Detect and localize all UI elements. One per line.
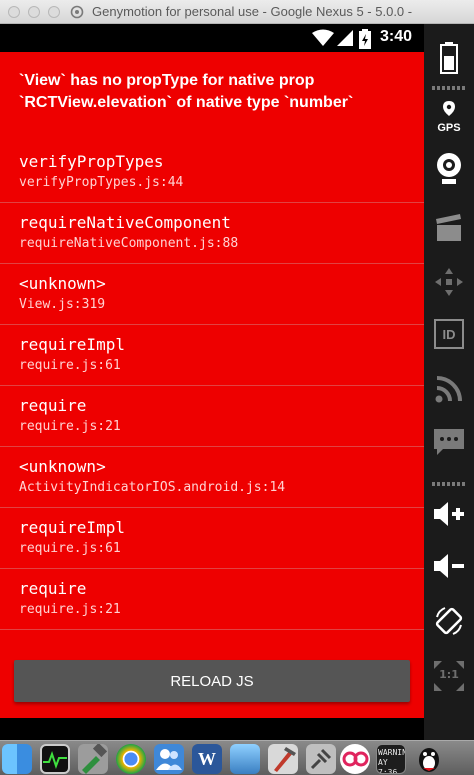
stack-frame[interactable]: requireNativeComponent requireNativeComp… [0, 203, 424, 264]
pulse-line-icon [43, 751, 67, 769]
frame-function: requireImpl [19, 518, 125, 537]
xcode-icon[interactable] [268, 744, 298, 774]
stack-frame[interactable]: require require.js:21 [0, 386, 424, 447]
sms-button[interactable] [424, 422, 474, 462]
frame-location: ActivityIndicatorIOS.android.js:14 [19, 480, 286, 495]
chat-bubble-icon [434, 429, 464, 455]
frame-location: require.js:21 [19, 602, 121, 617]
network-icon[interactable] [306, 744, 336, 774]
frame-function: verifyPropTypes [19, 152, 164, 171]
toolbar-separator [432, 86, 466, 90]
volume-up-button[interactable] [424, 494, 474, 534]
genymotion-toolbar: GPS ID 1:1 [424, 24, 474, 740]
frame-function: <unknown> [19, 274, 106, 293]
frame-location: require.js:61 [19, 541, 121, 556]
penguin-icon [419, 748, 439, 772]
id-icon: ID [434, 319, 464, 349]
signal-icon [337, 30, 353, 46]
frame-location: View.js:319 [19, 297, 106, 312]
genymotion-logo-icon [70, 5, 84, 19]
flickr-icon[interactable] [340, 744, 370, 774]
hammer-icon [82, 742, 108, 774]
frame-function: requireNativeComponent [19, 213, 231, 232]
android-status-bar: 3:40 [0, 24, 424, 52]
window-close-button[interactable] [8, 6, 20, 18]
error-message: `View` has no propType for native prop `… [19, 72, 354, 111]
remote-control-button[interactable] [424, 262, 474, 302]
webcam-button[interactable] [424, 148, 474, 188]
battery-icon [359, 29, 371, 49]
stack-trace-list[interactable]: verifyPropTypes verifyPropTypes.js:44 re… [0, 142, 424, 640]
dpad-arrows-icon [435, 268, 463, 296]
frame-location: require.js:21 [19, 419, 121, 434]
frame-function: require [19, 396, 87, 415]
two-dots-icon [342, 751, 369, 767]
rss-icon [435, 376, 462, 403]
volume-up-icon [434, 502, 464, 526]
stack-frame[interactable]: verifyPropTypes verifyPropTypes.js:44 [0, 142, 424, 203]
clapperboard-icon [436, 214, 461, 241]
stack-frame[interactable]: requireImpl require.js:61 [0, 325, 424, 386]
frame-location: requireNativeComponent.js:88 [19, 236, 239, 251]
network-button[interactable] [424, 369, 474, 409]
stack-frame[interactable]: <unknown> ActivityIndicatorIOS.android.j… [0, 447, 424, 508]
people-icon [156, 749, 182, 770]
reload-js-button[interactable]: RELOAD JS [14, 660, 410, 702]
stack-frame[interactable]: requireImpl require.js:61 [0, 508, 424, 569]
activity-monitor-icon[interactable] [40, 744, 70, 774]
gps-label: GPS [437, 122, 461, 134]
stack-frame[interactable]: require require.js:21 [0, 569, 424, 630]
navigation-bar-strip [0, 718, 424, 740]
frame-location: verifyPropTypes.js:44 [19, 175, 184, 190]
device-id-button[interactable]: ID [424, 314, 474, 354]
window-minimize-button[interactable] [28, 6, 40, 18]
chrome-icon[interactable] [116, 744, 146, 774]
screen: Genymotion for personal use - Google Nex… [0, 0, 474, 775]
stack-frame[interactable]: <unknown> View.js:319 [0, 264, 424, 325]
screencast-button[interactable] [424, 208, 474, 248]
mac-dock: W WARNIN AY 7:36 [0, 740, 474, 775]
word-icon[interactable]: W [192, 744, 222, 774]
redbox-error-screen: `View` has no propType for native prop `… [0, 52, 424, 718]
window-titlebar: Genymotion for personal use - Google Nex… [0, 0, 474, 24]
satellite-icon [310, 748, 332, 770]
frame-function: require [19, 579, 87, 598]
hammer-blueprint-icon [274, 747, 296, 772]
wifi-icon [312, 29, 334, 46]
pixel-perfect-button[interactable]: 1:1 [424, 654, 474, 698]
frame-function: <unknown> [19, 457, 106, 476]
window-zoom-button[interactable] [48, 6, 60, 18]
toolbar-separator [432, 482, 466, 486]
qq-icon[interactable] [414, 744, 444, 774]
frame-function: requireImpl [19, 335, 125, 354]
console-icon[interactable]: WARNIN AY 7:36 [376, 744, 406, 774]
contacts-icon[interactable] [154, 744, 184, 774]
volume-down-button[interactable] [424, 546, 474, 586]
volume-down-icon [434, 554, 464, 578]
rotate-button[interactable] [424, 600, 474, 642]
finder-icon[interactable] [2, 744, 32, 774]
tools-icon[interactable] [78, 742, 108, 774]
status-time: 3:40 [380, 28, 413, 45]
ratio-label: 1:1 [439, 668, 459, 681]
frame-location: require.js:61 [19, 358, 121, 373]
window-title: Genymotion for personal use - Google Nex… [92, 4, 413, 19]
rotate-screen-icon [435, 607, 463, 635]
webcam-icon [437, 153, 461, 184]
preview-icon[interactable] [230, 744, 260, 774]
battery-widget-icon [440, 42, 458, 74]
battery-widget-button[interactable] [424, 38, 474, 78]
